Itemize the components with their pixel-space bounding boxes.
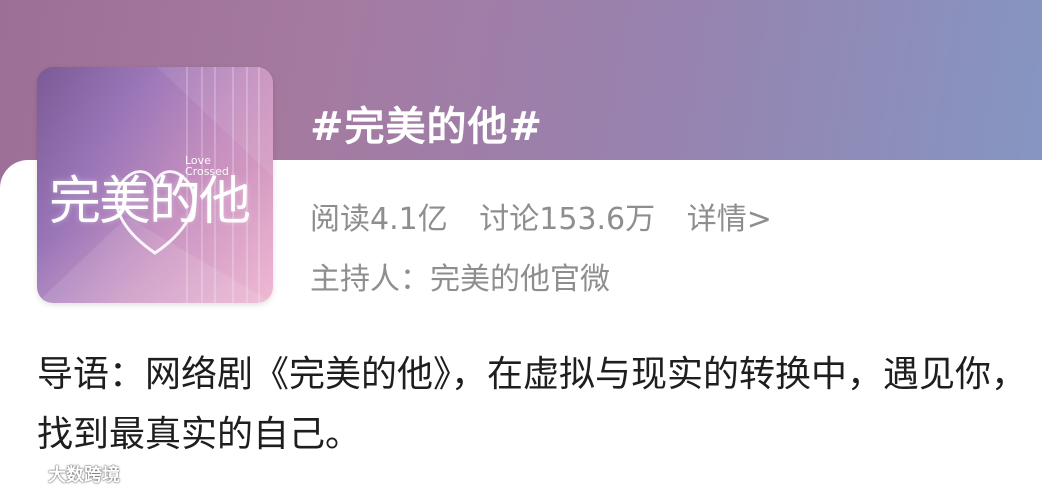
topic-title: #完美的他# — [310, 104, 544, 150]
read-count: 阅读4.1亿 — [310, 202, 448, 237]
topic-host[interactable]: 主持人：完美的他官微 — [310, 254, 610, 298]
watermark-text: 大数跨境 — [48, 465, 120, 486]
topic-cover-image[interactable]: 完美的他 Love Crossed — [37, 67, 273, 303]
discussion-count: 讨论153.6万 — [479, 202, 656, 237]
watermark: 大数跨境 — [8, 461, 120, 487]
cover-subtitle-line2: Crossed — [185, 165, 229, 178]
cover-subtitle: Love Crossed — [185, 155, 229, 177]
brand-logo-icon — [8, 466, 44, 482]
details-link[interactable]: 详情> — [687, 202, 772, 237]
topic-stats: 阅读4.1亿 讨论153.6万 详情> — [310, 194, 772, 238]
topic-page: 完美的他 Love Crossed #完美的他# 阅读4.1亿 讨论153.6万… — [0, 0, 1042, 493]
topic-intro: 导语：网络剧《完美的他》，在虚拟与现实的转换中，遇见你，找到最真实的自己。 — [37, 354, 1028, 455]
